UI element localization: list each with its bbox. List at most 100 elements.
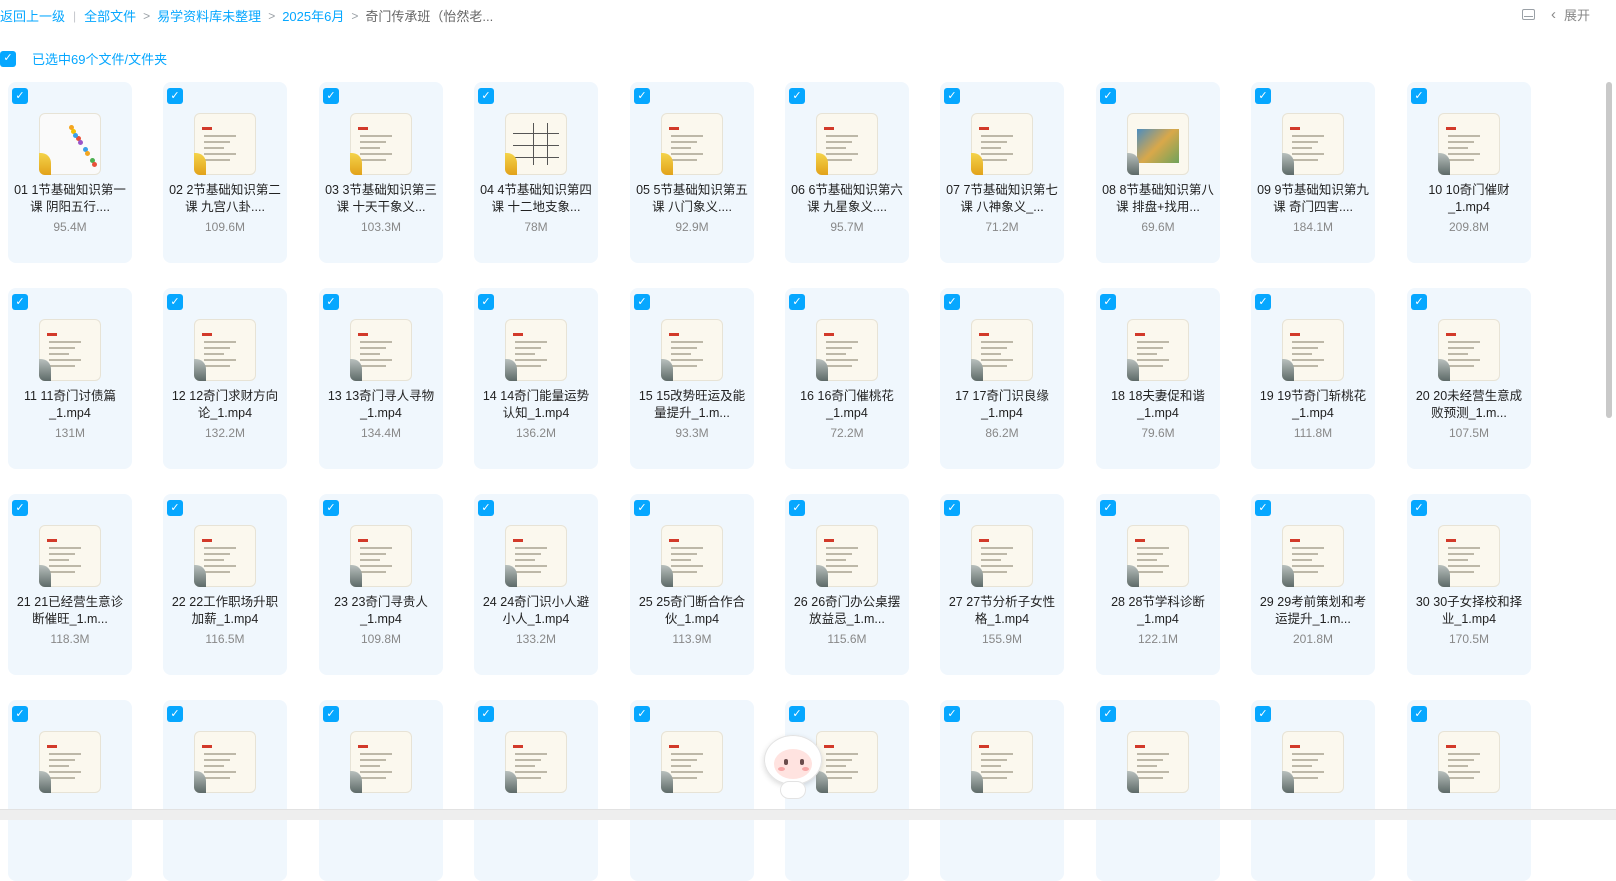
file-checkbox[interactable]: ✓ xyxy=(323,500,339,516)
file-card[interactable]: ✓ xyxy=(1096,700,1220,881)
file-checkbox[interactable]: ✓ xyxy=(1411,294,1427,310)
selection-bar: ✓ 已选中69个文件/文件夹 xyxy=(0,49,167,68)
file-checkbox[interactable]: ✓ xyxy=(634,88,650,104)
file-card[interactable]: ✓ 24 24奇门识小人避小人_1.mp4 133.2M xyxy=(474,494,598,675)
file-card[interactable]: ✓ 23 23奇门寻贵人_1.mp4 109.8M xyxy=(319,494,443,675)
file-card[interactable]: ✓ 28 28节学科诊断_1.mp4 122.1M xyxy=(1096,494,1220,675)
file-checkbox[interactable]: ✓ xyxy=(789,706,805,722)
file-card[interactable]: ✓ 20 20未经营生意成败预测_1.m... 107.5M xyxy=(1407,288,1531,469)
file-card[interactable]: ✓ xyxy=(1407,700,1531,881)
file-checkbox[interactable]: ✓ xyxy=(1411,88,1427,104)
file-card[interactable]: ✓ 04 4节基础知识第四课 十二地支象... 78M xyxy=(474,82,598,263)
file-card[interactable]: ✓ 09 9节基础知识第九课 奇门四害.... 184.1M xyxy=(1251,82,1375,263)
video-thumbnail xyxy=(39,525,101,587)
file-checkbox[interactable]: ✓ xyxy=(944,500,960,516)
file-checkbox[interactable]: ✓ xyxy=(478,706,494,722)
file-size: 71.2M xyxy=(985,220,1019,234)
file-checkbox[interactable]: ✓ xyxy=(167,294,183,310)
file-card[interactable]: ✓ 18 18夫妻促和谐_1.mp4 79.6M xyxy=(1096,288,1220,469)
back-link[interactable]: 返回上一级 xyxy=(0,6,65,25)
file-card[interactable]: ✓ 25 25奇门断合作合伙_1.mp4 113.9M xyxy=(630,494,754,675)
file-checkbox[interactable]: ✓ xyxy=(944,88,960,104)
file-card[interactable]: ✓ 11 11奇门讨债篇_1.mp4 131M xyxy=(8,288,132,469)
file-card[interactable]: ✓ 27 27节分析子女性格_1.mp4 155.9M xyxy=(940,494,1064,675)
file-checkbox[interactable]: ✓ xyxy=(1255,88,1271,104)
file-card[interactable]: ✓ 14 14奇门能量运势认知_1.mp4 136.2M xyxy=(474,288,598,469)
file-card[interactable]: ✓ xyxy=(319,700,443,881)
file-checkbox[interactable]: ✓ xyxy=(1255,706,1271,722)
file-checkbox[interactable]: ✓ xyxy=(1100,706,1116,722)
file-checkbox[interactable]: ✓ xyxy=(634,500,650,516)
breadcrumb-item[interactable]: 2025年6月 xyxy=(282,6,344,25)
file-card[interactable]: ✓ xyxy=(163,700,287,881)
file-card[interactable]: ✓ 19 19节奇门斩桃花_1.mp4 111.8M xyxy=(1251,288,1375,469)
file-card[interactable]: ✓ 17 17奇门识良缘_1.mp4 86.2M xyxy=(940,288,1064,469)
file-checkbox[interactable]: ✓ xyxy=(167,706,183,722)
file-checkbox[interactable]: ✓ xyxy=(478,500,494,516)
file-card[interactable]: ✓ 02 2节基础知识第二课 九宫八卦.... 109.6M xyxy=(163,82,287,263)
file-size: 118.3M xyxy=(50,632,90,646)
file-card[interactable]: ✓ 07 7节基础知识第七课 八神象义_... 71.2M xyxy=(940,82,1064,263)
file-checkbox[interactable]: ✓ xyxy=(634,294,650,310)
file-checkbox[interactable]: ✓ xyxy=(1255,294,1271,310)
video-thumbnail xyxy=(1438,525,1500,587)
file-size: 170.5M xyxy=(1448,632,1490,646)
breadcrumb: 返回上一级 | 全部文件 > 易学资料库未整理 > 2025年6月 > 奇门传承… xyxy=(0,6,493,25)
file-checkbox[interactable]: ✓ xyxy=(1100,88,1116,104)
file-card[interactable]: ✓ 10 10奇门催财_1.mp4 209.8M xyxy=(1407,82,1531,263)
file-card[interactable]: ✓ 29 29考前策划和考运提升_1.m... 201.8M xyxy=(1251,494,1375,675)
assistant-mascot[interactable] xyxy=(760,735,826,801)
file-checkbox[interactable]: ✓ xyxy=(478,294,494,310)
file-checkbox[interactable]: ✓ xyxy=(167,88,183,104)
file-checkbox[interactable]: ✓ xyxy=(1411,500,1427,516)
file-checkbox[interactable]: ✓ xyxy=(1411,706,1427,722)
file-card[interactable]: ✓ 15 15改势旺运及能量提升_1.m... 93.3M xyxy=(630,288,754,469)
file-card[interactable]: ✓ xyxy=(940,700,1064,881)
expand-button[interactable]: ‹ 展开 xyxy=(1551,5,1590,24)
file-checkbox[interactable]: ✓ xyxy=(1100,500,1116,516)
file-checkbox[interactable]: ✓ xyxy=(167,500,183,516)
breadcrumb-item[interactable]: 易学资料库未整理 xyxy=(157,6,261,25)
file-card[interactable]: ✓ xyxy=(1251,700,1375,881)
file-card[interactable]: ✓ 06 6节基础知识第六课 九星象义.... 95.7M xyxy=(785,82,909,263)
file-checkbox[interactable]: ✓ xyxy=(1100,294,1116,310)
video-thumbnail xyxy=(39,731,101,793)
panel-toggle-icon[interactable] xyxy=(1521,9,1535,20)
file-checkbox[interactable]: ✓ xyxy=(789,88,805,104)
scrollbar-thumb[interactable] xyxy=(1606,82,1612,418)
file-name: 01 1节基础知识第一课 阴阳五行.... xyxy=(14,183,126,214)
file-checkbox[interactable]: ✓ xyxy=(323,294,339,310)
file-card[interactable]: ✓ 22 22工作职场升职加薪_1.mp4 116.5M xyxy=(163,494,287,675)
file-card[interactable]: ✓ 16 16奇门催桃花_1.mp4 72.2M xyxy=(785,288,909,469)
video-thumbnail xyxy=(1127,319,1189,381)
file-checkbox[interactable]: ✓ xyxy=(944,706,960,722)
mascot-cheek xyxy=(778,767,785,771)
file-card[interactable]: ✓ 30 30子女择校和择业_1.mp4 170.5M xyxy=(1407,494,1531,675)
file-card[interactable]: ✓ 13 13奇门寻人寻物_1.mp4 134.4M xyxy=(319,288,443,469)
file-card[interactable]: ✓ xyxy=(474,700,598,881)
file-checkbox[interactable]: ✓ xyxy=(789,500,805,516)
file-checkbox[interactable]: ✓ xyxy=(634,706,650,722)
file-checkbox[interactable]: ✓ xyxy=(12,88,28,104)
file-card[interactable]: ✓ 03 3节基础知识第三课 十天干象义... 103.3M xyxy=(319,82,443,263)
file-checkbox[interactable]: ✓ xyxy=(12,706,28,722)
file-card[interactable]: ✓ 01 1节基础知识第一课 阴阳五行.... 95.4M xyxy=(8,82,132,263)
file-checkbox[interactable]: ✓ xyxy=(789,294,805,310)
file-card[interactable]: ✓ 12 12奇门求财方向论_1.mp4 132.2M xyxy=(163,288,287,469)
file-checkbox[interactable]: ✓ xyxy=(1255,500,1271,516)
file-card[interactable]: ✓ xyxy=(8,700,132,881)
file-checkbox[interactable]: ✓ xyxy=(12,500,28,516)
file-card[interactable]: ✓ 26 26奇门办公桌摆放益忌_1.m... 115.6M xyxy=(785,494,909,675)
file-card[interactable]: ✓ 05 5节基础知识第五课 八门象义.... 92.9M xyxy=(630,82,754,263)
file-card[interactable]: ✓ 21 21已经营生意诊断催旺_1.m... 118.3M xyxy=(8,494,132,675)
file-card[interactable]: ✓ 08 8节基础知识第八课 排盘+找用... 69.6M xyxy=(1096,82,1220,263)
breadcrumb-root[interactable]: 全部文件 xyxy=(84,6,136,25)
file-checkbox[interactable]: ✓ xyxy=(12,294,28,310)
file-checkbox[interactable]: ✓ xyxy=(944,294,960,310)
mascot-cheek xyxy=(802,767,809,771)
file-checkbox[interactable]: ✓ xyxy=(323,706,339,722)
file-card[interactable]: ✓ xyxy=(630,700,754,881)
file-checkbox[interactable]: ✓ xyxy=(478,88,494,104)
select-all-checkbox[interactable]: ✓ xyxy=(0,50,16,67)
file-checkbox[interactable]: ✓ xyxy=(323,88,339,104)
